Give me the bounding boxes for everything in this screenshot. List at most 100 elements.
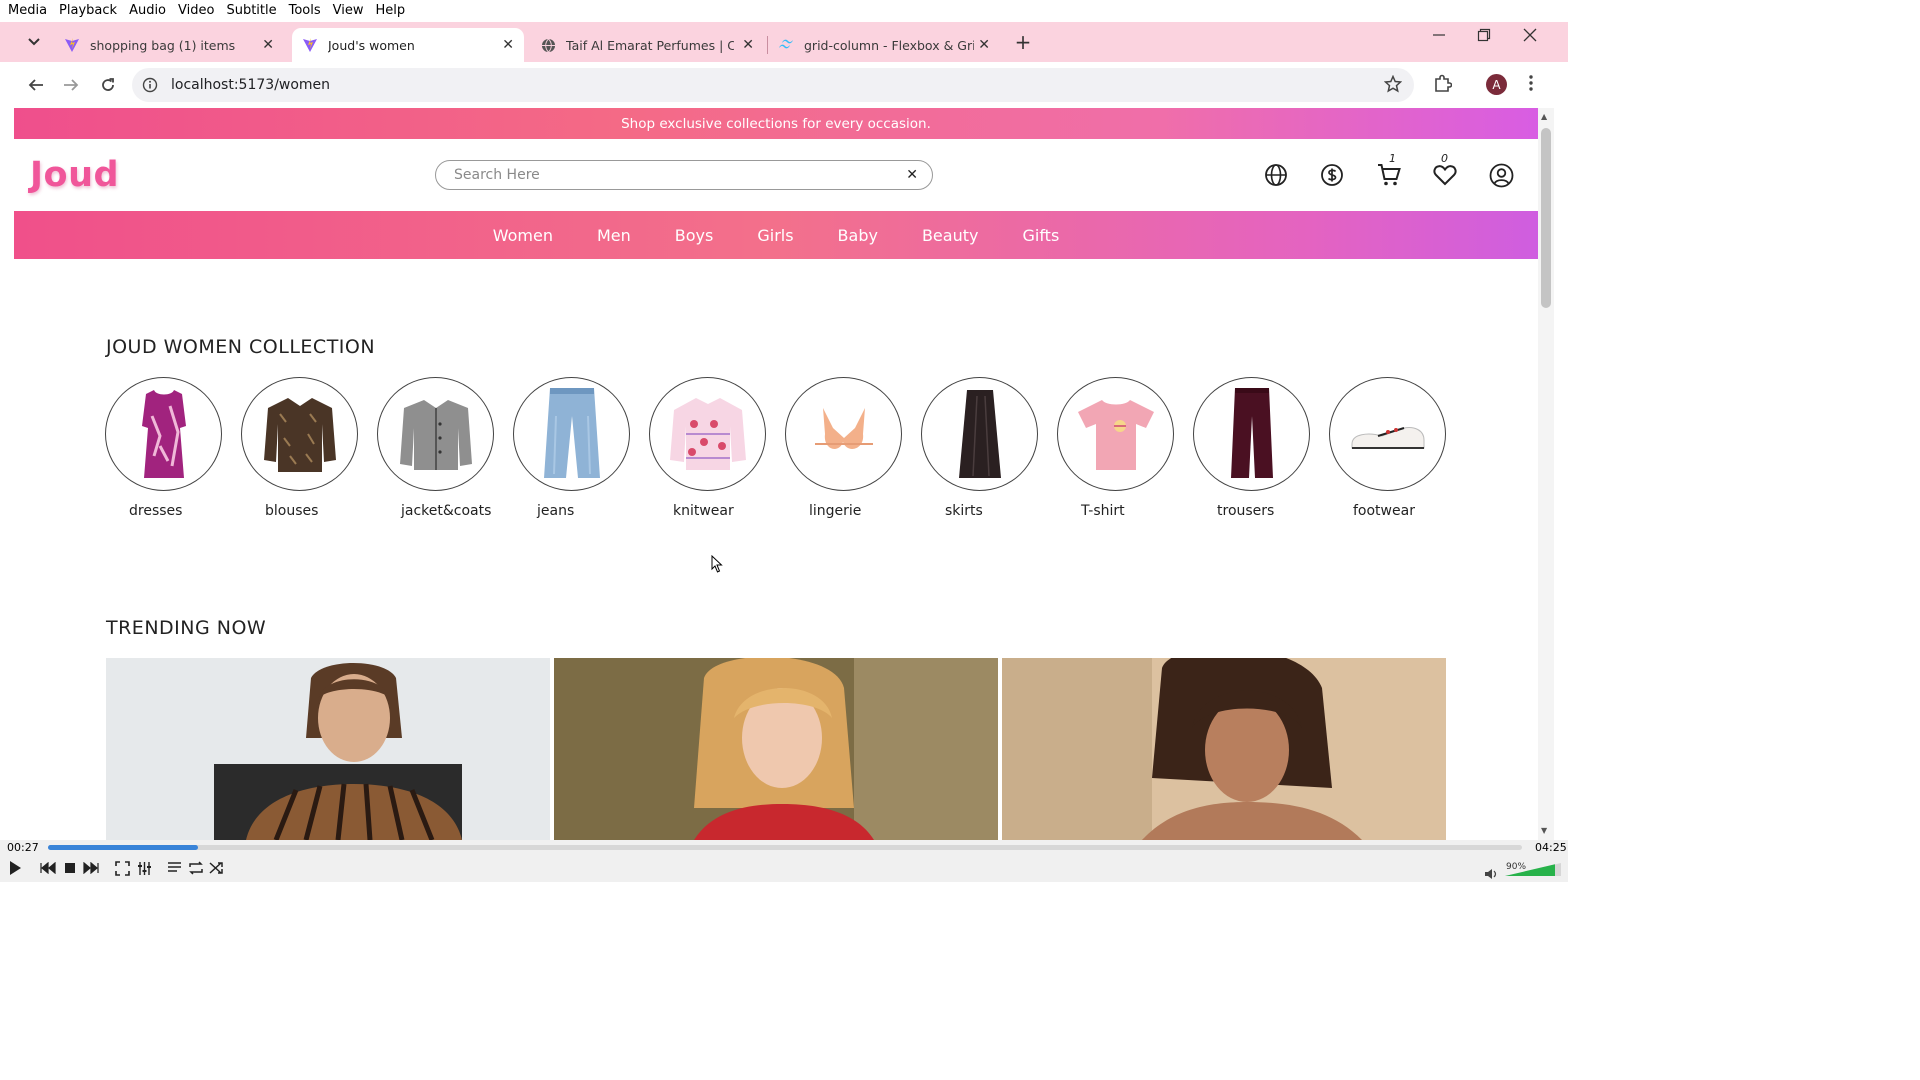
menu-view[interactable]: View (327, 0, 370, 22)
window-frame-right (1554, 108, 1568, 840)
tab-shopping-bag[interactable]: shopping bag (1) items ✕ (54, 28, 284, 62)
tab-search-chevron-icon[interactable] (22, 30, 46, 54)
vite-icon (64, 37, 80, 53)
menu-subtitle[interactable]: Subtitle (220, 0, 282, 22)
category-trousers[interactable]: trousers (1193, 377, 1311, 519)
trending-image-1[interactable] (106, 658, 550, 840)
site-header: Joud ✕ 1 0 (14, 139, 1538, 211)
category-blouses[interactable]: blouses (241, 377, 359, 519)
seek-bar[interactable] (48, 845, 1522, 850)
browser-toolbar: localhost:5173/women A (0, 62, 1568, 108)
trending-image-3[interactable] (1002, 658, 1446, 840)
category-jacket-coats[interactable]: jacket&coats (377, 377, 495, 519)
stop-icon[interactable] (61, 860, 79, 876)
footwear-image (1329, 377, 1446, 491)
category-knitwear[interactable]: knitwear (649, 377, 767, 519)
window-frame-left (0, 108, 14, 840)
web-page: Shop exclusive collections for every occ… (14, 108, 1538, 840)
close-tab-icon[interactable]: ✕ (742, 37, 754, 53)
category-lingerie[interactable]: lingerie (785, 377, 903, 519)
playlist-icon[interactable] (165, 860, 183, 876)
close-tab-icon[interactable]: ✕ (978, 37, 990, 53)
category-label: lingerie (809, 503, 862, 519)
speaker-icon[interactable] (1482, 866, 1500, 882)
tailwind-icon (778, 37, 794, 53)
back-arrow-icon[interactable] (25, 74, 47, 96)
elapsed-time: 00:27 (7, 841, 39, 854)
menu-media[interactable]: Media (2, 0, 53, 22)
seek-bar-fill (48, 845, 199, 850)
skirts-image (921, 377, 1038, 491)
page-scrollbar[interactable]: ▲ ▼ (1538, 108, 1554, 840)
loop-icon[interactable] (187, 860, 205, 876)
address-bar[interactable]: localhost:5173/women (132, 68, 1414, 102)
reload-icon[interactable] (97, 74, 119, 96)
nav-women[interactable]: Women (493, 226, 553, 245)
category-label: footwear (1353, 503, 1415, 519)
tab-jouds-women[interactable]: Joud's women ✕ (292, 28, 524, 62)
close-window-icon[interactable] (1523, 28, 1537, 46)
extended-settings-icon[interactable] (135, 860, 153, 876)
total-time: 04:25 (1535, 841, 1567, 854)
category-skirts[interactable]: skirts (921, 377, 1039, 519)
previous-icon[interactable] (39, 860, 57, 876)
category-label: T-shirt (1081, 503, 1125, 519)
menu-help[interactable]: Help (370, 0, 412, 22)
category-label: jacket&coats (401, 503, 492, 519)
user-account-icon[interactable] (1487, 161, 1515, 189)
site-info-icon[interactable] (132, 77, 168, 93)
category-jeans[interactable]: jeans (513, 377, 631, 519)
menu-playback[interactable]: Playback (53, 0, 123, 22)
new-tab-plus-icon[interactable]: + (1012, 30, 1034, 54)
tab-title: Taif Al Emarat Perfumes | Contir (566, 37, 734, 53)
menu-video[interactable]: Video (172, 0, 220, 22)
category-t-shirt[interactable]: T-shirt (1057, 377, 1175, 519)
vlc-menu-bar: Media Playback Audio Video Subtitle Tool… (0, 0, 1568, 22)
next-icon[interactable] (82, 860, 100, 876)
restore-icon[interactable] (1477, 28, 1491, 46)
profile-avatar[interactable]: A (1486, 74, 1507, 95)
nav-girls[interactable]: Girls (757, 226, 793, 245)
tab-grid-column[interactable]: grid-column - Flexbox & Grid - ✕ (768, 28, 1000, 62)
nav-gifts[interactable]: Gifts (1022, 226, 1059, 245)
heart-wishlist-icon[interactable] (1431, 161, 1459, 189)
scroll-down-arrow-icon[interactable]: ▼ (1541, 826, 1547, 835)
bookmark-star-icon[interactable] (1383, 74, 1403, 97)
close-tab-icon[interactable]: ✕ (502, 37, 514, 53)
category-dresses[interactable]: dresses (105, 377, 223, 519)
jeans-image (513, 377, 630, 491)
vite-icon (302, 37, 318, 53)
fullscreen-icon[interactable] (113, 860, 131, 876)
shopping-cart-icon[interactable] (1375, 161, 1403, 189)
category-label: jeans (537, 503, 575, 519)
t-shirt-image (1057, 377, 1174, 491)
clear-search-icon[interactable]: ✕ (906, 167, 918, 183)
vlc-control-bar: 00:27 04:25 90% (0, 840, 1568, 882)
collection-title: JOUD WOMEN COLLECTION (106, 336, 376, 358)
minimize-icon[interactable] (1432, 28, 1446, 46)
close-tab-icon[interactable]: ✕ (262, 37, 274, 53)
menu-audio[interactable]: Audio (123, 0, 172, 22)
kebab-menu-icon[interactable] (1528, 74, 1534, 96)
nav-beauty[interactable]: Beauty (922, 226, 979, 245)
search-input[interactable] (454, 167, 874, 183)
currency-dollar-icon[interactable] (1318, 161, 1346, 189)
nav-boys[interactable]: Boys (675, 226, 714, 245)
shuffle-icon[interactable] (208, 860, 226, 876)
extensions-puzzle-icon[interactable] (1433, 74, 1453, 97)
menu-tools[interactable]: Tools (283, 0, 327, 22)
forward-arrow-icon[interactable] (60, 74, 82, 96)
category-footwear[interactable]: footwear (1329, 377, 1447, 519)
scrollbar-thumb[interactable] (1541, 128, 1551, 308)
search-box: ✕ (435, 160, 933, 190)
tab-taif-perfumes[interactable]: Taif Al Emarat Perfumes | Contir ✕ (530, 28, 764, 62)
site-logo[interactable]: Joud (30, 155, 119, 195)
play-icon[interactable] (6, 860, 24, 876)
language-globe-icon[interactable] (1262, 161, 1290, 189)
trending-image-2[interactable] (554, 658, 998, 840)
volume-slider[interactable] (1503, 861, 1563, 877)
nav-baby[interactable]: Baby (838, 226, 878, 245)
scroll-up-arrow-icon[interactable]: ▲ (1541, 112, 1547, 121)
nav-men[interactable]: Men (597, 226, 631, 245)
category-nav: Women Men Boys Girls Baby Beauty Gifts (14, 211, 1538, 259)
